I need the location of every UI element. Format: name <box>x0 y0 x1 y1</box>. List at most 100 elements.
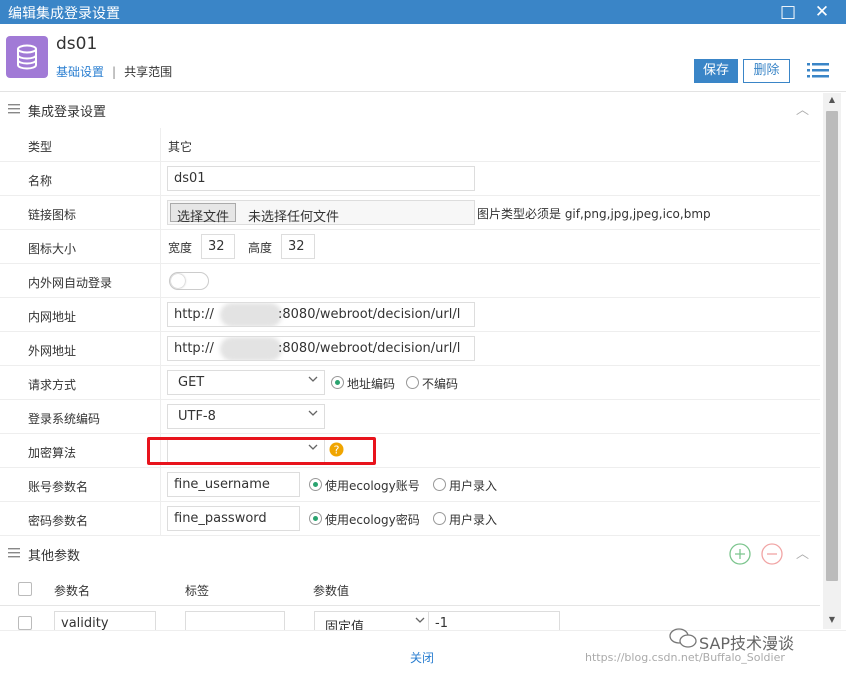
field-label: 内外网自动登录 <box>28 276 113 290</box>
width-input[interactable]: 32 <box>201 234 235 259</box>
section-menu-icon <box>8 104 20 114</box>
field-cell: fine_password 使用ecology密码 用户录入 <box>160 502 820 536</box>
vertical-scrollbar[interactable]: ▲ ▼ <box>823 93 841 629</box>
name-input[interactable]: ds01 <box>167 166 475 191</box>
select-all-checkbox[interactable] <box>18 582 32 596</box>
select-value: 固定值 <box>325 620 365 630</box>
scrollbar-thumb[interactable] <box>826 111 838 581</box>
window-title-bar: 编辑集成登录设置 □ ✕ <box>0 0 846 24</box>
collapse-icon[interactable]: ︿ <box>796 99 809 118</box>
row-name: 名称 ds01 <box>0 162 820 196</box>
field-cell: http:// :8080/webroot/decision/url/l <box>160 298 820 332</box>
row-checkbox[interactable] <box>18 616 32 630</box>
section-other-params[interactable]: 其他参数 ︿ <box>0 537 820 569</box>
remove-icon[interactable] <box>761 543 783 565</box>
no-encode-label: 不编码 <box>422 377 459 391</box>
database-icon <box>6 36 48 78</box>
url-encode-radio[interactable] <box>331 376 344 389</box>
user-input-radio[interactable] <box>433 512 446 525</box>
no-file-text: 未选择任何文件 <box>248 210 340 225</box>
height-label: 高度 <box>248 241 273 255</box>
use-ecology-password-radio[interactable] <box>309 512 322 525</box>
tab-basic-settings[interactable]: 基础设置 <box>56 65 104 79</box>
collapse-icon[interactable]: ︿ <box>796 543 809 562</box>
chevron-down-icon <box>308 376 318 382</box>
tab-separator: | <box>112 65 117 79</box>
password-param-input[interactable]: fine_password <box>167 506 300 531</box>
section-title: 其他参数 <box>28 549 81 564</box>
url-encode-label: 地址编码 <box>347 377 396 391</box>
param-name-input[interactable]: validity <box>54 611 156 630</box>
record-header: ds01 基础设置 | 共享范围 保存 删除 <box>0 24 846 92</box>
field-label: 链接图标 <box>28 208 77 222</box>
user-input-radio[interactable] <box>433 478 446 491</box>
auto-login-toggle[interactable] <box>169 272 209 290</box>
field-label: 加密算法 <box>28 446 77 460</box>
field-cell: GET 地址编码 不编码 <box>160 366 820 400</box>
select-value: UTF-8 <box>178 409 216 424</box>
user-input-label: 用户录入 <box>449 513 498 527</box>
add-icon[interactable] <box>729 543 751 565</box>
save-button[interactable]: 保存 <box>694 59 738 83</box>
row-encryption: 加密算法 ? <box>0 434 820 468</box>
field-label: 账号参数名 <box>28 480 89 494</box>
close-icon[interactable]: ✕ <box>812 2 832 22</box>
field-label: 内网地址 <box>28 310 77 324</box>
window-title: 编辑集成登录设置 <box>8 6 120 22</box>
field-label: 图标大小 <box>28 242 77 256</box>
maximize-icon[interactable]: □ <box>778 2 798 22</box>
type-value: 其它 <box>168 140 193 154</box>
field-cell: fine_username 使用ecology账号 用户录入 <box>160 468 820 502</box>
field-cell: ds01 <box>160 162 820 196</box>
request-method-select[interactable]: GET <box>167 370 325 395</box>
param-type-select[interactable]: 固定值 <box>314 611 432 630</box>
field-label: 请求方式 <box>28 378 77 392</box>
field-label: 类型 <box>28 140 53 154</box>
param-value-input[interactable]: -1 <box>428 611 560 630</box>
row-link-icon: 链接图标 选择文件 未选择任何文件 图片类型必须是 gif,png,jpg,jp… <box>0 196 820 230</box>
redacted-host <box>220 303 282 326</box>
row-intranet-url: 内网地址 http:// :8080/webroot/decision/url/… <box>0 298 820 332</box>
delete-button[interactable]: 删除 <box>743 59 790 83</box>
col-param-name: 参数名 <box>54 584 91 598</box>
col-param-value: 参数值 <box>313 584 350 598</box>
field-label: 外网地址 <box>28 344 77 358</box>
height-input[interactable]: 32 <box>281 234 315 259</box>
account-param-input[interactable]: fine_username <box>167 472 300 497</box>
scroll-up-icon[interactable]: ▲ <box>823 93 841 107</box>
tab-share-scope[interactable]: 共享范围 <box>124 65 172 79</box>
extranet-url-input[interactable]: http:// :8080/webroot/decision/url/l <box>167 336 475 361</box>
watermark-url: https://blog.csdn.net/Buffalo_Soldier <box>585 651 785 664</box>
row-request-method: 请求方式 GET 地址编码 不编码 <box>0 366 820 400</box>
close-button[interactable]: 关闭 <box>410 649 434 666</box>
scroll-down-icon[interactable]: ▼ <box>823 613 841 627</box>
params-table-header: 参数名 标签 参数值 <box>0 572 820 606</box>
col-label: 标签 <box>185 584 210 598</box>
section-menu-icon <box>8 548 20 558</box>
file-picker[interactable]: 选择文件 未选择任何文件 <box>167 200 475 225</box>
url-suffix: :8080/webroot/decision/url/l <box>278 307 461 322</box>
use-ecology-account-radio[interactable] <box>309 478 322 491</box>
field-cell <box>160 264 820 298</box>
field-label: 名称 <box>28 174 53 188</box>
choose-file-button[interactable]: 选择文件 <box>170 203 237 224</box>
url-suffix: :8080/webroot/decision/url/l <box>278 341 461 356</box>
row-type: 类型 其它 <box>0 128 820 162</box>
wechat-icon <box>669 628 697 648</box>
no-encode-radio[interactable] <box>406 376 419 389</box>
field-cell: 选择文件 未选择任何文件 图片类型必须是 gif,png,jpg,jpeg,ic… <box>160 196 820 230</box>
param-label-input[interactable] <box>185 611 285 630</box>
row-auto-login: 内外网自动登录 <box>0 264 820 298</box>
use-ecology-account-label: 使用ecology账号 <box>325 479 420 493</box>
field-label: 登录系统编码 <box>28 412 101 426</box>
section-sso-settings[interactable]: 集成登录设置 ︿ <box>0 93 820 125</box>
row-encoding: 登录系统编码 UTF-8 <box>0 400 820 434</box>
row-extranet-url: 外网地址 http:// :8080/webroot/decision/url/… <box>0 332 820 366</box>
list-menu-icon[interactable] <box>806 60 830 80</box>
select-value: GET <box>178 375 205 390</box>
encoding-select[interactable]: UTF-8 <box>167 404 325 429</box>
header-tabs: 基础设置 | 共享范围 <box>56 63 172 80</box>
row-account-param: 账号参数名 fine_username 使用ecology账号 用户录入 <box>0 468 820 502</box>
highlight-box <box>147 437 376 465</box>
intranet-url-input[interactable]: http:// :8080/webroot/decision/url/l <box>167 302 475 327</box>
